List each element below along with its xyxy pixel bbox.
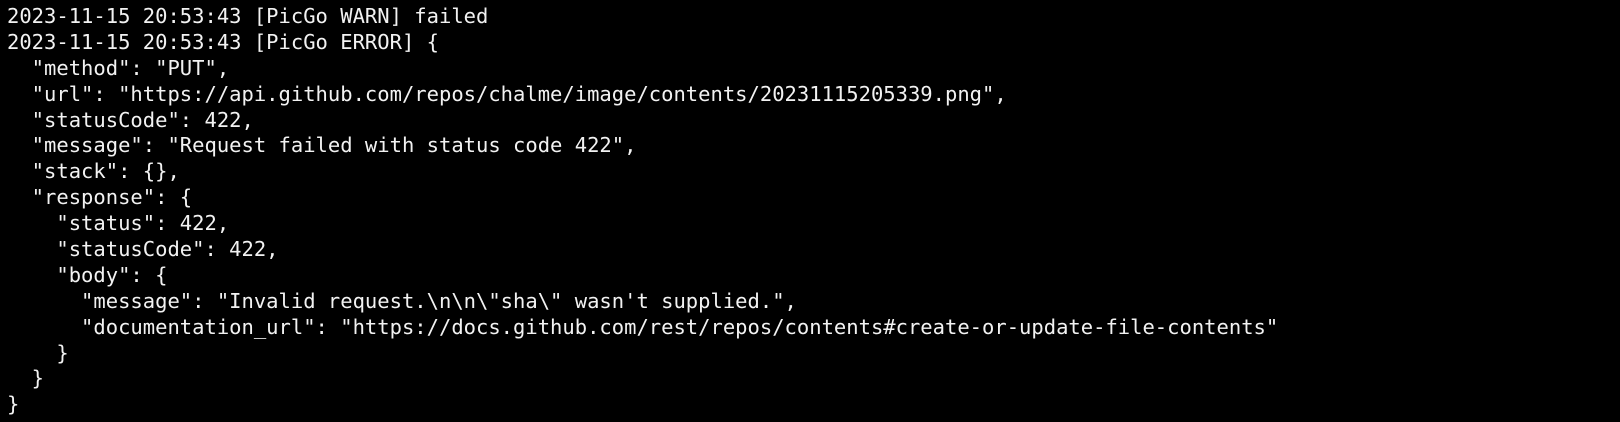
- log-line-body-close: }: [7, 340, 69, 365]
- log-line-message: "message": "Request failed with status c…: [7, 133, 637, 158]
- log-line-documentation-url: "documentation_url": "https://docs.githu…: [7, 314, 1279, 339]
- terminal-output[interactable]: 2023-11-15 20:53:43 [PicGo WARN] failed …: [0, 0, 1620, 422]
- log-line-method: "method": "PUT",: [7, 55, 230, 80]
- log-line-stack: "stack": {},: [7, 159, 180, 184]
- log-line-response-open: "response": {: [7, 185, 193, 210]
- log-line-body-open: "body": {: [7, 262, 168, 287]
- log-line-status-code: "statusCode": 422,: [7, 107, 254, 132]
- log-line-response-status-code: "statusCode": 422,: [7, 237, 279, 262]
- log-line-url: "url": "https://api.github.com/repos/cha…: [7, 81, 1007, 106]
- log-line-response-status: "status": 422,: [7, 211, 230, 236]
- log-line-warn: 2023-11-15 20:53:43 [PicGo WARN] failed: [7, 4, 489, 28]
- log-line-response-close: }: [7, 366, 45, 391]
- log-line-body-message: "message": "Invalid request.\n\n\"sha\" …: [7, 288, 797, 313]
- log-line-error-close: }: [7, 392, 20, 417]
- log-line-error: 2023-11-15 20:53:43 [PicGo ERROR] {: [7, 29, 439, 54]
